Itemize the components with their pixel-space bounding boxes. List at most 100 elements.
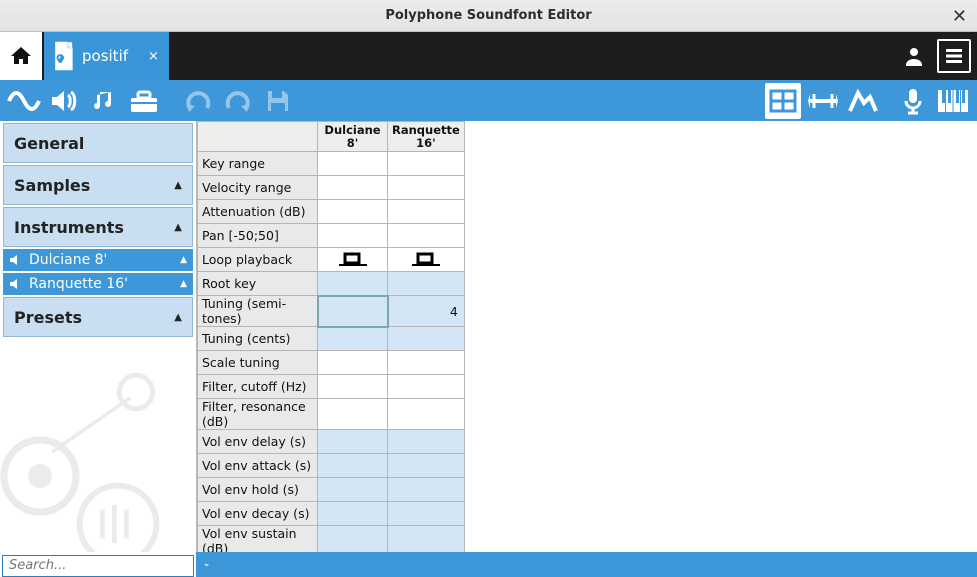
table-cell[interactable]: [388, 272, 465, 296]
column-header[interactable]: Ranquette 16': [388, 122, 465, 152]
section-presets[interactable]: Presets▲: [3, 297, 193, 337]
table-cell[interactable]: [388, 430, 465, 454]
table-cell[interactable]: [318, 152, 388, 176]
chevron-up-icon: ▲: [180, 279, 187, 289]
table-row: Velocity range: [198, 176, 465, 200]
window-title: Polyphone Soundfont Editor: [385, 8, 591, 23]
envelope-view-button[interactable]: [845, 83, 881, 119]
window-close-button[interactable]: ✕: [952, 6, 967, 27]
table-row: Scale tuning: [198, 351, 465, 375]
row-label: Vol env sustain (dB): [198, 526, 318, 552]
table-cell[interactable]: [318, 399, 388, 430]
table-cell[interactable]: [388, 152, 465, 176]
row-label: Vol env decay (s): [198, 502, 318, 526]
table-cell[interactable]: [388, 399, 465, 430]
table-row: Key range: [198, 152, 465, 176]
table-cell[interactable]: [388, 351, 465, 375]
table-cell[interactable]: [318, 526, 388, 552]
parameter-table: Dulciane 8' Ranquette 16' Key rangeVeloc…: [197, 121, 465, 552]
table-row: Tuning (cents): [198, 327, 465, 351]
file-tab[interactable]: positif ×: [44, 32, 169, 80]
table-cell[interactable]: [318, 478, 388, 502]
redo-button[interactable]: [220, 83, 256, 119]
home-tab[interactable]: [0, 32, 42, 80]
status-bar: -: [196, 552, 977, 577]
table-cell[interactable]: [388, 502, 465, 526]
close-tab-button[interactable]: ×: [148, 49, 159, 64]
table-cell[interactable]: [318, 296, 388, 327]
table-cell[interactable]: [388, 176, 465, 200]
section-general-label: General: [14, 134, 84, 153]
table-cell[interactable]: [318, 200, 388, 224]
section-instruments[interactable]: Instruments▲: [3, 207, 193, 247]
row-label: Filter, cutoff (Hz): [198, 375, 318, 399]
row-label: Attenuation (dB): [198, 200, 318, 224]
decoration-icon: [0, 332, 220, 552]
section-presets-label: Presets: [14, 308, 82, 327]
section-samples[interactable]: Samples▲: [3, 165, 193, 205]
row-label: Tuning (cents): [198, 327, 318, 351]
recorder-button[interactable]: [895, 83, 931, 119]
table-cell[interactable]: [388, 375, 465, 399]
keyboard-button[interactable]: [935, 83, 971, 119]
table-view-button[interactable]: [765, 83, 801, 119]
search-input[interactable]: [2, 555, 194, 577]
tab-bar: positif ×: [0, 32, 977, 80]
table-cell[interactable]: [388, 200, 465, 224]
instrument-item-label: Ranquette 16': [29, 276, 174, 292]
row-label: Tuning (semi-tones): [198, 296, 318, 327]
save-button[interactable]: [260, 83, 296, 119]
table-row: Vol env attack (s): [198, 454, 465, 478]
parameter-table-pane[interactable]: Dulciane 8' Ranquette 16' Key rangeVeloc…: [196, 121, 977, 552]
table-cell[interactable]: [388, 454, 465, 478]
row-label: Vol env hold (s): [198, 478, 318, 502]
chevron-up-icon: ▲: [180, 255, 187, 265]
row-label: Vol env delay (s): [198, 430, 318, 454]
table-cell[interactable]: 4: [388, 296, 465, 327]
section-samples-label: Samples: [14, 176, 90, 195]
table-cell[interactable]: [318, 454, 388, 478]
row-label: Key range: [198, 152, 318, 176]
user-icon[interactable]: [897, 39, 931, 73]
hamburger-menu-button[interactable]: [937, 39, 971, 73]
table-row: Vol env hold (s): [198, 478, 465, 502]
range-view-button[interactable]: [805, 83, 841, 119]
speaker-icon: [9, 277, 23, 291]
table-cell[interactable]: [318, 375, 388, 399]
table-cell[interactable]: [318, 502, 388, 526]
table-cell[interactable]: [388, 478, 465, 502]
section-general[interactable]: General: [3, 123, 193, 163]
speaker-tool-button[interactable]: [46, 83, 82, 119]
sample-tool-button[interactable]: [6, 83, 42, 119]
table-cell[interactable]: [318, 351, 388, 375]
table-cell[interactable]: [388, 224, 465, 248]
table-cell[interactable]: [388, 248, 465, 272]
search-container: [0, 552, 196, 577]
table-corner: [198, 122, 318, 152]
row-label: Filter, resonance (dB): [198, 399, 318, 430]
table-cell[interactable]: [318, 327, 388, 351]
left-tree-pane: General Samples▲ Instruments▲ Dulciane 8…: [0, 121, 196, 552]
undo-button[interactable]: [180, 83, 216, 119]
table-row: Vol env sustain (dB): [198, 526, 465, 552]
instrument-item-label: Dulciane 8': [29, 252, 174, 268]
row-label: Velocity range: [198, 176, 318, 200]
instrument-item-dulciane[interactable]: Dulciane 8' ▲: [3, 249, 193, 271]
column-header[interactable]: Dulciane 8': [318, 122, 388, 152]
table-cell[interactable]: [318, 272, 388, 296]
table-cell[interactable]: [388, 327, 465, 351]
window-titlebar: Polyphone Soundfont Editor ✕: [0, 0, 977, 32]
table-cell[interactable]: [318, 430, 388, 454]
table-cell[interactable]: [318, 224, 388, 248]
table-cell[interactable]: [388, 526, 465, 552]
soundfont-file-icon: [52, 42, 74, 70]
main-area: General Samples▲ Instruments▲ Dulciane 8…: [0, 121, 977, 552]
table-row: Attenuation (dB): [198, 200, 465, 224]
table-cell[interactable]: [318, 248, 388, 272]
music-notes-button[interactable]: [86, 83, 122, 119]
instrument-item-ranquette[interactable]: Ranquette 16' ▲: [3, 273, 193, 295]
table-cell[interactable]: [318, 176, 388, 200]
toolbox-button[interactable]: [126, 83, 162, 119]
row-label: Loop playback: [198, 248, 318, 272]
chevron-up-icon: ▲: [174, 222, 182, 233]
